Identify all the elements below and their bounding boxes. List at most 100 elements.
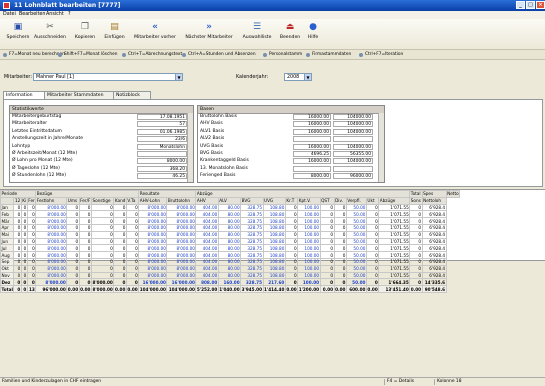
- grid-cell[interactable]: 0: [26, 251, 37, 259]
- grid-cell[interactable]: 404.00: [195, 271, 219, 280]
- grid-cell[interactable]: 1'071.55: [378, 210, 411, 219]
- grid-cell[interactable]: 0: [113, 257, 127, 266]
- grid-cell[interactable]: 8'000.00: [166, 264, 197, 273]
- grid-cell[interactable]: 0: [26, 217, 37, 225]
- selection-list-button[interactable]: ☰ Auswahlliste: [240, 21, 274, 40]
- grid-cell[interactable]: 8'000.00: [166, 217, 197, 225]
- grid-cell[interactable]: 0: [66, 244, 80, 253]
- column-header[interactable]: [0, 196, 15, 205]
- grid-cell[interactable]: 0: [113, 210, 127, 219]
- grid-cell[interactable]: 808.00: [195, 278, 219, 287]
- grid-cell[interactable]: 8'000.00: [166, 251, 197, 259]
- grid-cell[interactable]: 0: [113, 203, 127, 212]
- grid-cell[interactable]: 0: [319, 203, 335, 212]
- grid-cell[interactable]: 8'000.00: [35, 203, 68, 212]
- grid-cell[interactable]: 0: [113, 217, 127, 225]
- grid-cell[interactable]: 0: [409, 244, 423, 253]
- grid-cell[interactable]: 0: [409, 230, 423, 239]
- column-header[interactable]: Fer/F: [78, 196, 92, 205]
- column-header[interactable]: Kpt.V.: [297, 196, 321, 205]
- statistics-scrollbar[interactable]: [187, 113, 193, 182]
- table-row[interactable]: Feb 0 0 0 8'000.00 0 0 0 0 0 8'000.00 8'000.00 404.0…: [0, 210, 460, 219]
- grid-cell[interactable]: 50.00: [345, 278, 367, 287]
- grid-cell[interactable]: 0: [13, 257, 22, 266]
- grid-cell[interactable]: 100.00: [297, 203, 321, 212]
- grid-cell[interactable]: 0: [409, 237, 423, 246]
- column-header[interactable]: Kr.T: [284, 196, 299, 205]
- grid-cell[interactable]: 0: [365, 244, 380, 253]
- month-cell[interactable]: Mär: [0, 217, 15, 225]
- grid-cell[interactable]: 8'000.00: [138, 230, 168, 239]
- grid-cell[interactable]: 50.00: [345, 264, 367, 273]
- grid-cell[interactable]: 0: [333, 210, 347, 219]
- grid-cell[interactable]: 1'071.55: [378, 271, 411, 280]
- grid-cell[interactable]: 0: [13, 244, 22, 253]
- month-cell[interactable]: Aug: [0, 251, 15, 259]
- grid-cell[interactable]: 0: [66, 237, 80, 246]
- grid-cell[interactable]: 108.80: [262, 223, 286, 232]
- grid-cell[interactable]: 100.00: [297, 244, 321, 253]
- grid-cell[interactable]: 0: [13, 237, 22, 246]
- month-cell[interactable]: Apr: [0, 223, 15, 232]
- grid-cell[interactable]: 0: [26, 264, 37, 273]
- grid-cell[interactable]: 0: [113, 230, 127, 239]
- grid-cell[interactable]: 404.00: [195, 203, 219, 212]
- grid-cell[interactable]: 0: [319, 271, 335, 280]
- grid-cell[interactable]: 0: [409, 257, 423, 266]
- grid-cell[interactable]: 100.00: [297, 210, 321, 219]
- grid-cell[interactable]: 6'928.4: [421, 223, 447, 232]
- grid-cell[interactable]: 0: [409, 217, 423, 225]
- grid-cell[interactable]: 0: [26, 237, 37, 246]
- grid-cell[interactable]: 0: [365, 271, 380, 280]
- table-row[interactable]: Nov 0 0 0 8'000.00 0 0 0 0 0 8'000.00 8'000.00 404.0…: [0, 271, 460, 280]
- grid-cell[interactable]: 8'000.00: [35, 217, 68, 225]
- grid-cell[interactable]: 0: [78, 271, 92, 280]
- grid-cell[interactable]: 0: [113, 271, 127, 280]
- grid-cell[interactable]: 100.00: [297, 217, 321, 225]
- grid-cell[interactable]: 0: [26, 230, 37, 239]
- grid-cell[interactable]: 80.00: [217, 230, 242, 239]
- grid-cell[interactable]: 0: [78, 230, 92, 239]
- grid-cell[interactable]: 6'928.4: [421, 237, 447, 246]
- grid-cell[interactable]: 8'000.00: [166, 257, 197, 266]
- month-cell[interactable]: Jan: [0, 203, 15, 212]
- cut-button[interactable]: ✂ Ausschneiden: [33, 21, 67, 40]
- month-cell[interactable]: Sep: [0, 257, 15, 266]
- grid-cell[interactable]: 80.00: [217, 223, 242, 232]
- grid-cell[interactable]: 0: [284, 271, 299, 280]
- grid-cell[interactable]: 100.00: [297, 264, 321, 273]
- shortcut-company[interactable]: Firmastammdaten: [312, 52, 351, 57]
- grid-cell[interactable]: 0: [333, 237, 347, 246]
- grid-cell[interactable]: 0: [284, 257, 299, 266]
- grid-cell[interactable]: 8'000.00: [166, 271, 197, 280]
- column-header[interactable]: Sonstige: [90, 196, 115, 205]
- grid-cell[interactable]: 8'000.00: [35, 278, 68, 287]
- grid-cell[interactable]: 8'000.00: [35, 230, 68, 239]
- grid-cell[interactable]: 8'000.00: [138, 223, 168, 232]
- grid-cell[interactable]: 404.00: [195, 244, 219, 253]
- grid-cell[interactable]: 108.80: [262, 251, 286, 259]
- grid-cell[interactable]: 0: [333, 257, 347, 266]
- grid-cell[interactable]: 8'000.00: [35, 257, 68, 266]
- grid-cell[interactable]: 0: [125, 251, 140, 259]
- grid-cell[interactable]: 1'071.55: [378, 237, 411, 246]
- grid-cell[interactable]: 0: [78, 210, 92, 219]
- grid-cell[interactable]: 80.00: [217, 257, 242, 266]
- column-header[interactable]: Festlohn: [35, 196, 68, 205]
- grid-cell[interactable]: 108.80: [262, 230, 286, 239]
- grid-cell[interactable]: 8'000.00: [166, 230, 197, 239]
- grid-cell[interactable]: 328.75: [240, 278, 264, 287]
- grid-cell[interactable]: 8'000.00: [166, 223, 197, 232]
- grid-cell[interactable]: 0: [66, 223, 80, 232]
- grid-cell[interactable]: 8'000.00: [35, 271, 68, 280]
- month-cell[interactable]: Nov: [0, 271, 15, 280]
- grid-cell[interactable]: 328.75: [240, 244, 264, 253]
- menu-datei[interactable]: Datei: [3, 12, 16, 17]
- column-header[interactable]: Ums: [66, 196, 80, 205]
- grid-cell[interactable]: 100.00: [297, 230, 321, 239]
- grid-cell[interactable]: 0: [284, 264, 299, 273]
- table-row[interactable]: Jan 0 0 0 8'000.00 0 0 0 0 0 8'000.00 8'000.00 404.0…: [0, 203, 460, 212]
- bases-scrollbar[interactable]: [378, 113, 384, 182]
- menu-ansicht[interactable]: Ansicht: [46, 12, 64, 17]
- grid-cell[interactable]: 0: [409, 251, 423, 259]
